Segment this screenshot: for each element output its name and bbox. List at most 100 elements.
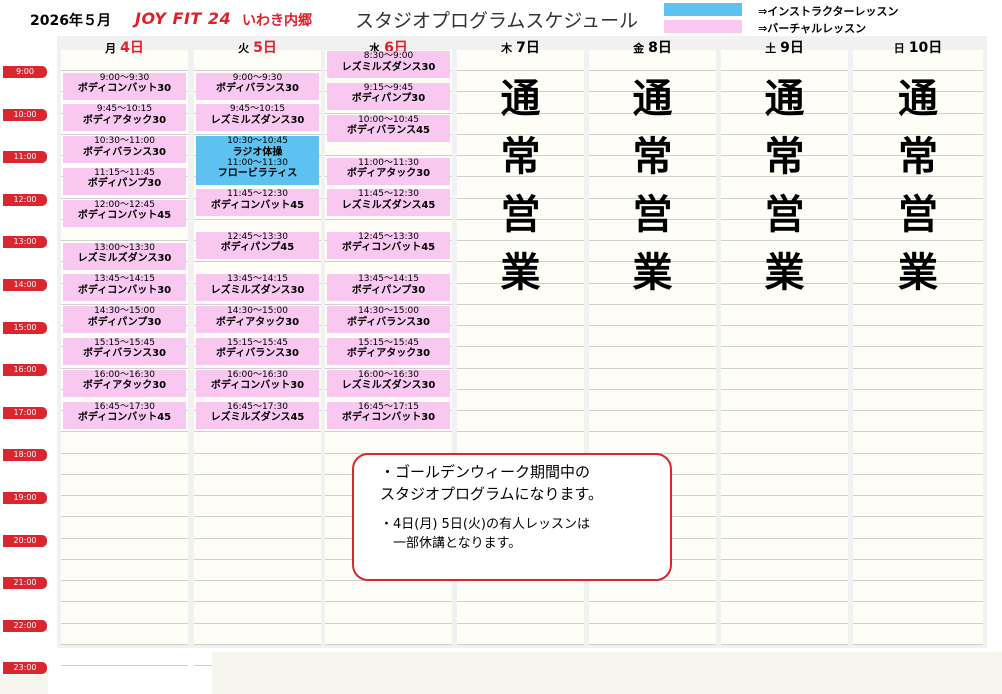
grid-line	[853, 303, 983, 305]
day-header: 水 6日	[325, 37, 452, 56]
grid-line	[457, 622, 584, 624]
time-label: 23:00	[3, 662, 47, 675]
lesson-block: 15:15～15:45 ボディアタック30	[327, 338, 450, 366]
normal-hours-char: 常	[632, 134, 673, 180]
lesson-block: 15:15～15:45 ボディバランス30	[63, 338, 186, 366]
grid-line	[457, 346, 584, 348]
lesson-block: 8:30～9:00 レズミルズダンス30	[327, 51, 450, 79]
lesson-block: 13:45～14:15 ボディパンプ30	[327, 274, 450, 302]
lesson-time: 16:45～17:15	[358, 401, 419, 412]
lesson-name: レズミルズダンス30	[341, 61, 436, 73]
grid-line	[721, 346, 848, 348]
lesson-name: ボディアタック30	[215, 316, 300, 328]
grid-line	[194, 601, 321, 603]
lesson-name: ボディパンプ30	[351, 284, 426, 296]
brand-logo: JOY FIT 24	[135, 9, 232, 28]
normal-hours-label: 通常営業	[888, 70, 948, 302]
grid-line	[853, 601, 983, 603]
lesson-name: レズミルズダンス30	[210, 114, 305, 126]
lesson-name: ボディコンバット45	[77, 210, 172, 222]
normal-hours-char: 通	[500, 76, 541, 122]
lesson-name: ボディコンバット45	[210, 199, 305, 211]
lesson-name: ボディパンプ30	[351, 93, 426, 105]
lesson-block: 14:30～15:00 ボディパンプ30	[63, 306, 186, 334]
lesson-name: ボディコンバット45	[341, 242, 436, 254]
normal-hours-char: 通	[898, 76, 938, 122]
day-header: 火 5日	[194, 37, 321, 56]
grid-line	[61, 516, 188, 518]
time-label: 14:00	[3, 279, 47, 291]
grid-line	[61, 303, 188, 305]
grid-line	[589, 643, 716, 645]
time-label: 12:00	[3, 193, 47, 206]
grid-line	[721, 580, 848, 581]
grid-line	[853, 452, 983, 454]
grid-line	[194, 133, 321, 135]
day-number: 8日	[648, 40, 672, 56]
day-weekday: 木	[501, 42, 513, 55]
day-header: 月 4日	[61, 37, 188, 56]
lesson-block: 14:30～15:00 ボディアタック30	[196, 306, 319, 334]
grid-line	[61, 558, 188, 560]
grid-line	[325, 643, 452, 645]
grid-line	[853, 495, 983, 496]
lesson-block: 9:00～9:30 ボディバランス30	[196, 72, 319, 100]
lesson-time: 12:45～13:30	[358, 231, 419, 242]
grid-line	[589, 303, 716, 305]
lesson-block: 16:45～17:15 ボディコンバット30	[327, 401, 450, 429]
grid-line	[721, 325, 848, 326]
grid-line	[853, 325, 983, 326]
normal-hours-char: 業	[500, 250, 541, 296]
day-weekday: 火	[238, 42, 250, 55]
grid-line	[325, 601, 452, 603]
lesson-block: 14:30～15:00 ボディバランス30	[327, 306, 450, 334]
lesson-block: 12:00～12:45 ボディコンバット45	[63, 200, 186, 227]
lesson-time: 10:30～10:45	[227, 136, 288, 147]
normal-hours-char: 業	[632, 250, 673, 296]
lesson-time: 8:30～9:00	[363, 51, 414, 62]
lesson-name: ボディアタック30	[82, 114, 167, 126]
grid-line	[194, 452, 321, 454]
lesson-name: レズミルズダンス45	[210, 412, 305, 424]
lesson-time: 11:00～11:30	[227, 157, 288, 168]
grid-line	[325, 431, 452, 433]
time-label: 10:00	[3, 108, 47, 121]
lesson-time: 13:00～13:30	[94, 242, 155, 253]
grid-line	[194, 558, 321, 560]
lesson-name: ボディバランス30	[215, 82, 300, 94]
grid-line	[457, 431, 584, 433]
grid-line	[457, 367, 584, 369]
grid-line	[61, 452, 188, 454]
grid-line	[589, 325, 716, 326]
notice-line-3: ・4日(月) 5日(火)の有人レッスンは	[380, 517, 590, 532]
legend-virtual-swatch	[664, 20, 742, 33]
grid-line	[194, 516, 321, 518]
lesson-time: 13:45～14:15	[358, 274, 419, 285]
grid-line	[325, 218, 452, 220]
lesson-name: ボディパンプ45	[220, 242, 295, 254]
lesson-name: ボディパンプ30	[87, 316, 162, 328]
day-weekday: 月	[105, 42, 117, 55]
lesson-time: 15:15～15:45	[227, 338, 288, 349]
grid-line	[325, 155, 452, 156]
grid-line	[61, 601, 188, 603]
grid-line	[61, 495, 188, 496]
lesson-time: 12:45～13:30	[227, 231, 288, 242]
normal-hours-char: 営	[898, 192, 938, 238]
lesson-time: 9:45～10:15	[96, 104, 153, 115]
grid-line	[721, 367, 848, 369]
grid-line	[721, 410, 848, 411]
lesson-name: レズミルズダンス30	[341, 380, 436, 392]
grid-line	[61, 622, 188, 624]
grid-line	[61, 70, 188, 71]
grid-line	[853, 558, 983, 560]
lesson-time: 11:45～12:30	[227, 189, 288, 200]
lesson-name: ボディコンバット30	[210, 380, 305, 392]
grid-line	[853, 516, 983, 518]
lesson-block: 10:30～11:00 ボディバランス30	[63, 136, 186, 164]
time-label: 16:00	[3, 364, 47, 377]
lesson-name: ボディコンバット45	[77, 412, 172, 424]
normal-hours-char: 営	[764, 192, 805, 238]
grid-line	[853, 622, 983, 624]
store-name: いわき内郷	[242, 13, 312, 29]
